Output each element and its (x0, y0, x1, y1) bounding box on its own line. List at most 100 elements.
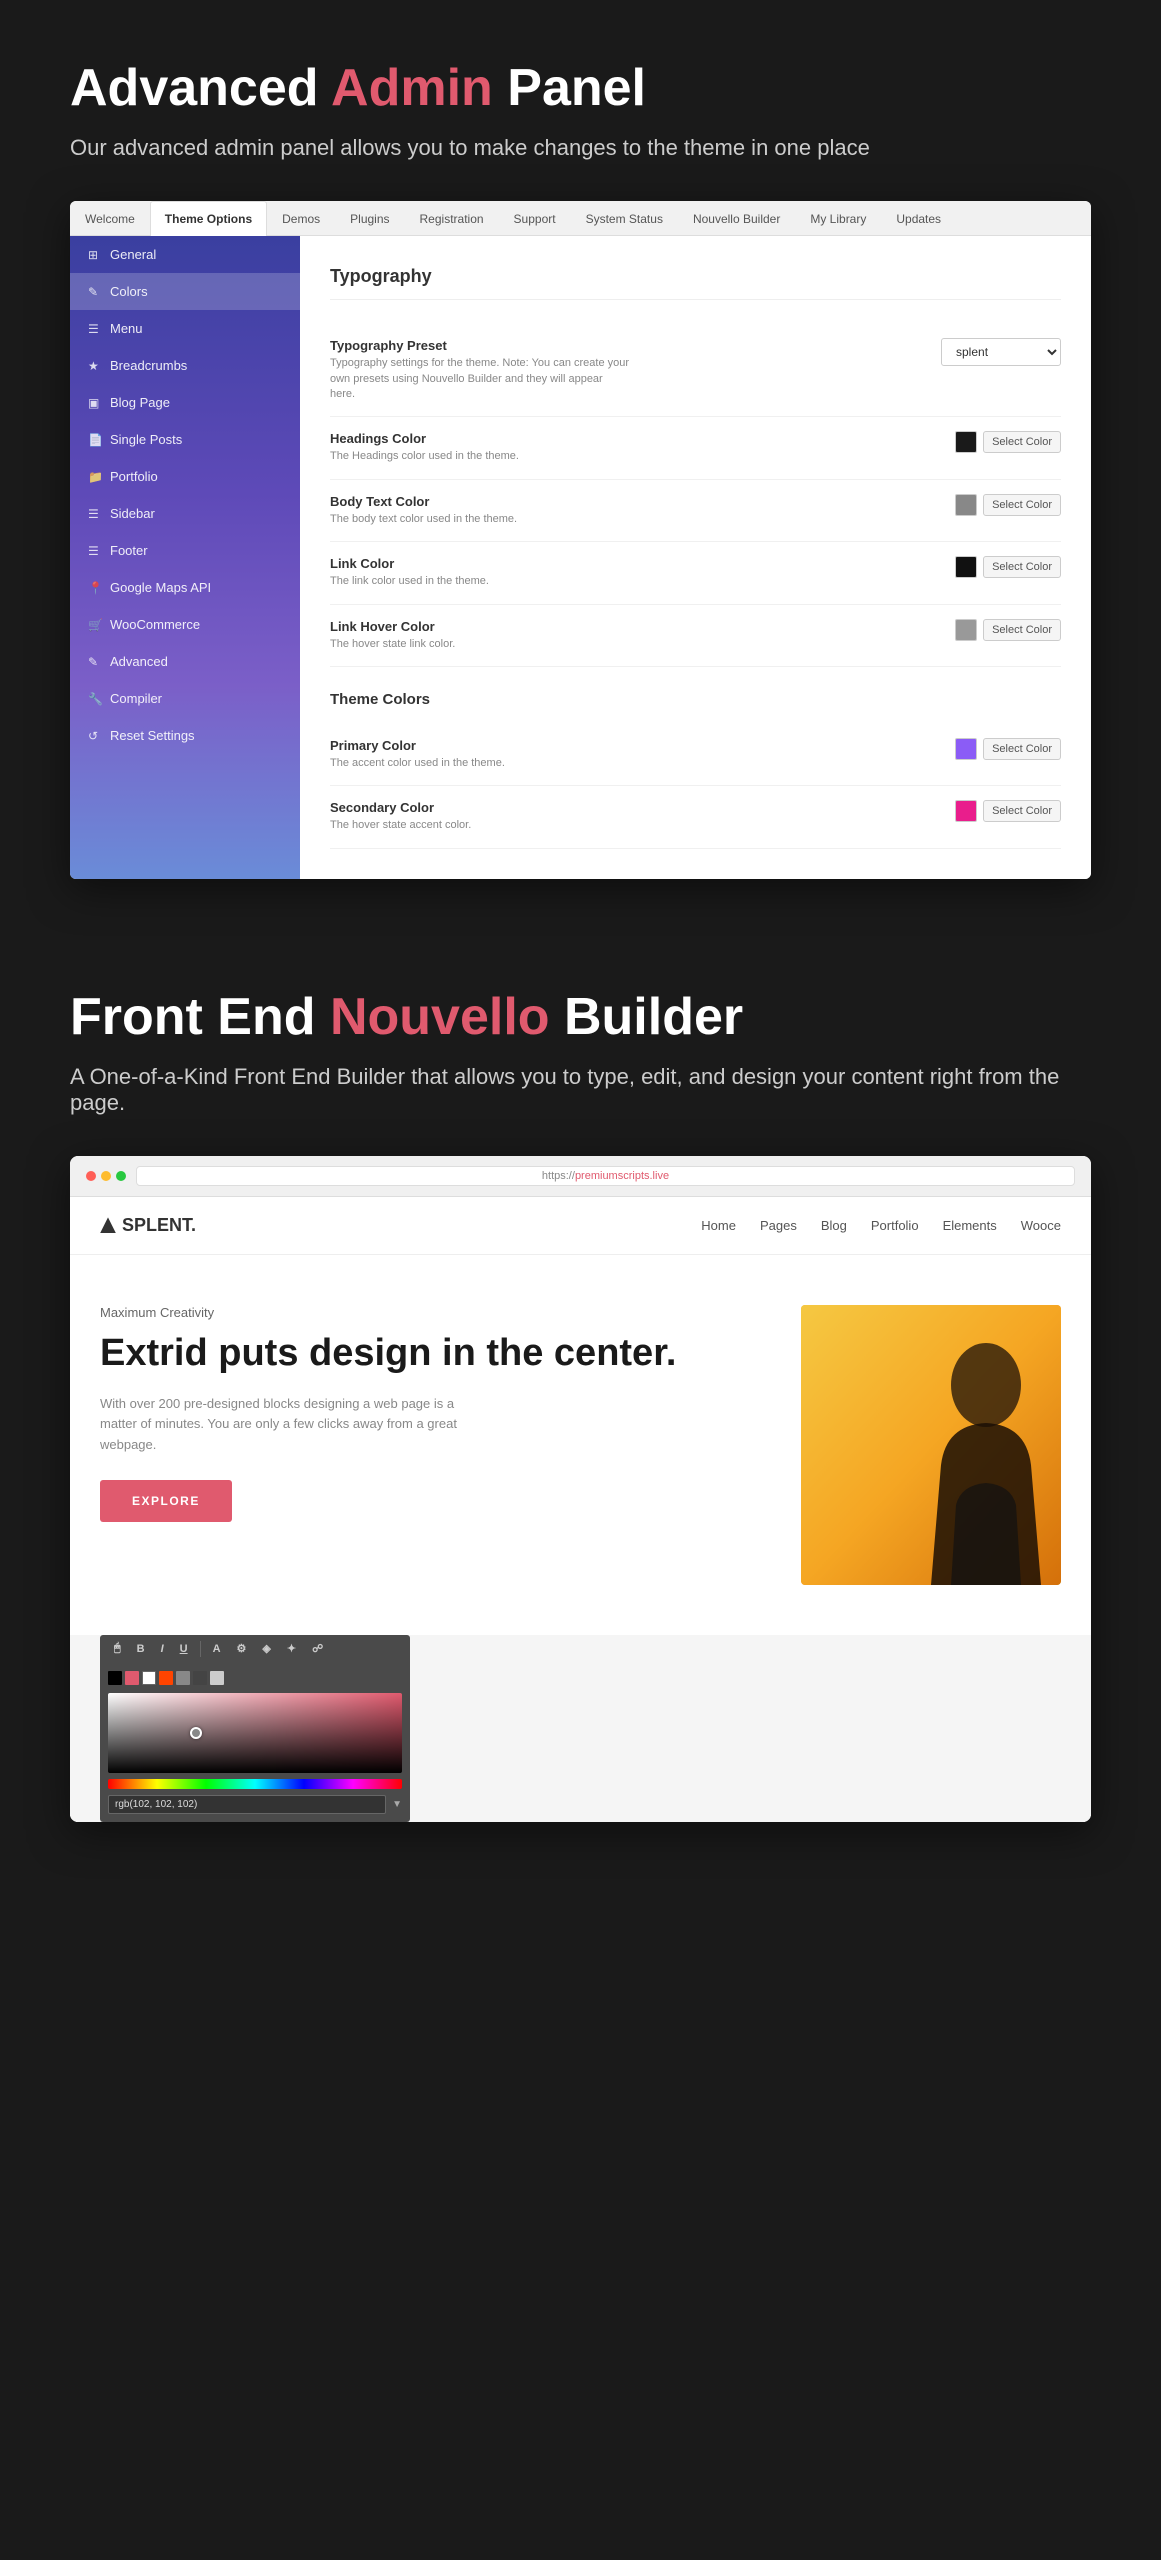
hero-explore-btn[interactable]: EXPLORE (100, 1480, 232, 1522)
typography-preset-select[interactable]: splent (941, 338, 1061, 366)
color-hue-bar[interactable] (108, 1779, 402, 1789)
tab-nouvello-builder[interactable]: Nouvello Builder (678, 201, 795, 236)
primary-color-swatch[interactable] (955, 738, 977, 760)
toolbar-btn-image[interactable]: ◈ (258, 1641, 274, 1656)
hero-image (801, 1305, 1061, 1585)
sidebar-item-footer[interactable]: ☰ Footer (70, 532, 300, 569)
sidebar-item-blog-page[interactable]: ▣ Blog Page (70, 384, 300, 421)
tab-my-library[interactable]: My Library (795, 201, 881, 236)
headings-color-desc: The Headings color used in the theme. (330, 449, 519, 464)
tab-system-status[interactable]: System Status (571, 201, 678, 236)
nav-link-portfolio[interactable]: Portfolio (871, 1218, 919, 1233)
admin-panel-title: Advanced Admin Panel (70, 60, 1091, 117)
toolbar-btn-more[interactable]: ✦ (283, 1641, 300, 1656)
option-typography-preset: Typography Preset Typography settings fo… (330, 324, 1061, 417)
sidebar-item-breadcrumbs[interactable]: ★ Breadcrumbs (70, 347, 300, 384)
body-color-btn[interactable]: Select Color (983, 494, 1061, 516)
option-text-body-color: Body Text Color The body text color used… (330, 494, 517, 527)
color-input-field[interactable] (108, 1795, 386, 1814)
swatch-orange-red[interactable] (159, 1671, 173, 1685)
secondary-color-label: Secondary Color (330, 800, 471, 815)
headings-color-btn[interactable]: Select Color (983, 431, 1061, 453)
secondary-color-control[interactable]: Select Color (955, 800, 1061, 822)
gradient-circle-handle[interactable] (190, 1727, 202, 1739)
headings-color-label: Headings Color (330, 431, 519, 446)
swatch-red[interactable] (125, 1671, 139, 1685)
tab-theme-options[interactable]: Theme Options (150, 201, 267, 236)
tab-updates[interactable]: Updates (881, 201, 956, 236)
option-headings-color: Headings Color The Headings color used i… (330, 417, 1061, 479)
person-svg (801, 1305, 1061, 1585)
body-color-label: Body Text Color (330, 494, 517, 509)
primary-color-control[interactable]: Select Color (955, 738, 1061, 760)
toolbar-btn-italic[interactable]: I (157, 1642, 168, 1656)
logo-text: SPLENT. (122, 1215, 196, 1236)
secondary-color-desc: The hover state accent color. (330, 818, 471, 833)
sidebar-item-google-maps[interactable]: 📍 Google Maps API (70, 569, 300, 606)
swatch-light-gray[interactable] (210, 1671, 224, 1685)
tab-welcome[interactable]: Welcome (70, 201, 150, 236)
color-input-arrow[interactable]: ▼ (392, 1799, 402, 1810)
toolbar-btn-cursor[interactable]: 🖱 (110, 1641, 125, 1656)
tab-plugins[interactable]: Plugins (335, 201, 404, 236)
swatch-dark-gray[interactable] (193, 1671, 207, 1685)
sidebar-item-portfolio[interactable]: 📁 Portfolio (70, 458, 300, 495)
option-link-color: Link Color The link color used in the th… (330, 542, 1061, 604)
sidebar-item-sidebar[interactable]: ☰ Sidebar (70, 495, 300, 532)
headings-color-swatch[interactable] (955, 431, 977, 453)
toolbar-btn-settings[interactable]: ☍ (308, 1641, 327, 1656)
nav-link-elements[interactable]: Elements (943, 1218, 997, 1233)
sidebar-item-reset-settings[interactable]: ↺ Reset Settings (70, 717, 300, 754)
toolbar-btn-font-color[interactable]: A (209, 1642, 225, 1656)
browser-dots (86, 1171, 126, 1181)
star-icon: ★ (88, 359, 102, 373)
nav-link-woocommerce[interactable]: Wooce (1021, 1218, 1061, 1233)
primary-color-btn[interactable]: Select Color (983, 738, 1061, 760)
link-color-desc: The link color used in the theme. (330, 574, 489, 589)
sidebar-item-menu[interactable]: ☰ Menu (70, 310, 300, 347)
sidebar-item-colors[interactable]: ✎ Colors (70, 273, 300, 310)
link-color-btn[interactable]: Select Color (983, 556, 1061, 578)
sidebar-item-woocommerce[interactable]: 🛒 WooCommerce (70, 606, 300, 643)
nav-link-blog[interactable]: Blog (821, 1218, 847, 1233)
sidebar-item-general[interactable]: ⊞ General (70, 236, 300, 273)
toolbar-btn-bold[interactable]: B (133, 1642, 149, 1656)
toolbar-btn-link[interactable]: ⚙ (233, 1641, 251, 1656)
pencil-icon: ✎ (88, 285, 102, 299)
body-color-control[interactable]: Select Color (955, 494, 1061, 516)
sidebar-item-advanced[interactable]: ✎ Advanced (70, 643, 300, 680)
tab-registration[interactable]: Registration (405, 201, 499, 236)
sidebar-item-single-posts[interactable]: 📄 Single Posts (70, 421, 300, 458)
headings-color-control[interactable]: Select Color (955, 431, 1061, 453)
link-hover-btn[interactable]: Select Color (983, 619, 1061, 641)
tab-support[interactable]: Support (499, 201, 571, 236)
swatch-gray[interactable] (176, 1671, 190, 1685)
sidebar-item-compiler[interactable]: 🔧 Compiler (70, 680, 300, 717)
posts-icon: 📄 (88, 433, 102, 447)
link-color-control[interactable]: Select Color (955, 556, 1061, 578)
link-hover-control[interactable]: Select Color (955, 619, 1061, 641)
nav-link-home[interactable]: Home (701, 1218, 736, 1233)
footer-icon: ☰ (88, 544, 102, 558)
color-picker-area: ▼ (100, 1663, 410, 1822)
secondary-color-btn[interactable]: Select Color (983, 800, 1061, 822)
sidebar-icon: ☰ (88, 507, 102, 521)
reset-icon: ↺ (88, 729, 102, 743)
sidebar-label-footer: Footer (110, 543, 148, 558)
link-color-swatch[interactable] (955, 556, 977, 578)
website-nav-links: Home Pages Blog Portfolio Elements Wooce (701, 1218, 1061, 1233)
swatch-white[interactable] (142, 1671, 156, 1685)
admin-body: ⊞ General ✎ Colors ☰ Menu ★ Breadcrumbs … (70, 236, 1091, 879)
primary-color-desc: The accent color used in the theme. (330, 756, 505, 771)
body-color-swatch[interactable] (955, 494, 977, 516)
logo-triangle-icon (100, 1217, 116, 1233)
woo-icon: 🛒 (88, 618, 102, 632)
nav-link-pages[interactable]: Pages (760, 1218, 797, 1233)
secondary-color-swatch[interactable] (955, 800, 977, 822)
typography-preset-control[interactable]: splent (941, 338, 1061, 366)
link-hover-swatch[interactable] (955, 619, 977, 641)
toolbar-btn-underline[interactable]: U (176, 1642, 192, 1656)
color-gradient-picker[interactable] (108, 1693, 402, 1773)
swatch-black[interactable] (108, 1671, 122, 1685)
tab-demos[interactable]: Demos (267, 201, 335, 236)
